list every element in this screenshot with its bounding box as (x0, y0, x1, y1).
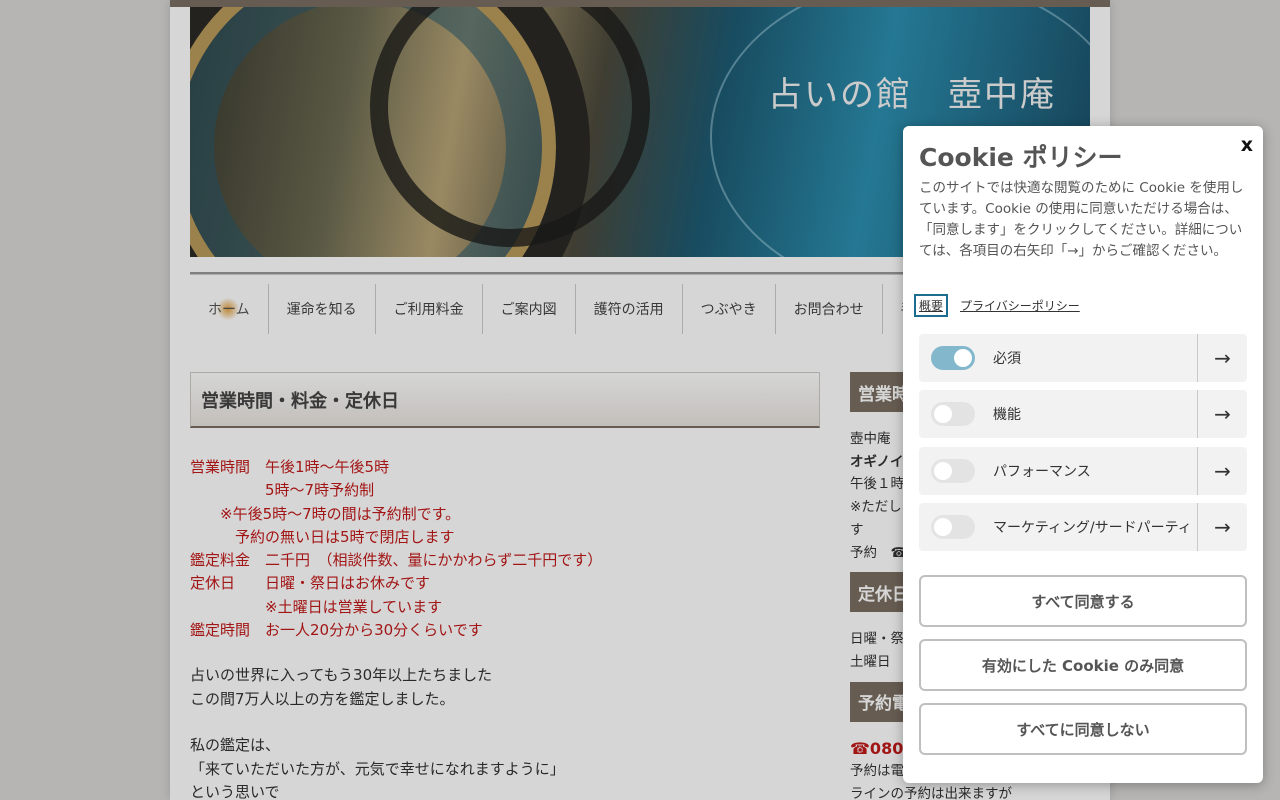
arrow-right-icon[interactable]: → (1197, 390, 1247, 438)
toggle-knob (934, 405, 952, 423)
accept-selected-button[interactable]: 有効にした Cookie のみ同意 (919, 639, 1247, 691)
overview-link[interactable]: 概要 (914, 294, 949, 317)
marketing-toggle[interactable] (931, 515, 975, 539)
toggle-knob (934, 462, 952, 480)
arrow-right-icon[interactable]: → (1197, 503, 1247, 551)
cookie-category-functional: 機能 → (919, 390, 1247, 438)
arrow-right-icon[interactable]: → (1197, 447, 1247, 495)
privacy-policy-link[interactable]: プライバシーポリシー (960, 297, 1080, 314)
cookie-links: 概要 プライバシーポリシー (914, 294, 1080, 317)
cookie-category-performance: パフォーマンス → (919, 447, 1247, 495)
toggle-knob (934, 518, 952, 536)
arrow-right-icon[interactable]: → (1197, 334, 1247, 382)
category-label: パフォーマンス (993, 464, 1091, 480)
category-label: 機能 (993, 407, 1021, 423)
functional-toggle[interactable] (931, 402, 975, 426)
cookie-title: Cookie ポリシー (919, 143, 1123, 172)
close-button[interactable]: x (1241, 134, 1253, 156)
cookie-policy-panel: x Cookie ポリシー このサイトでは快適な閲覧のために Cookie を使… (903, 126, 1263, 783)
necessary-toggle[interactable] (931, 346, 975, 370)
cookie-category-necessary: 必須 → (919, 334, 1247, 382)
category-label: 必須 (993, 351, 1021, 367)
accept-all-button[interactable]: すべて同意する (919, 575, 1247, 627)
toggle-knob (954, 349, 972, 367)
performance-toggle[interactable] (931, 459, 975, 483)
reject-all-button[interactable]: すべてに同意しない (919, 703, 1247, 755)
category-label: マーケティング/サードパーティ (993, 520, 1192, 536)
cookie-category-marketing: マーケティング/サードパーティ → (919, 503, 1247, 551)
cookie-description: このサイトでは快適な閲覧のために Cookie を使用しています。Cookie … (919, 180, 1244, 259)
